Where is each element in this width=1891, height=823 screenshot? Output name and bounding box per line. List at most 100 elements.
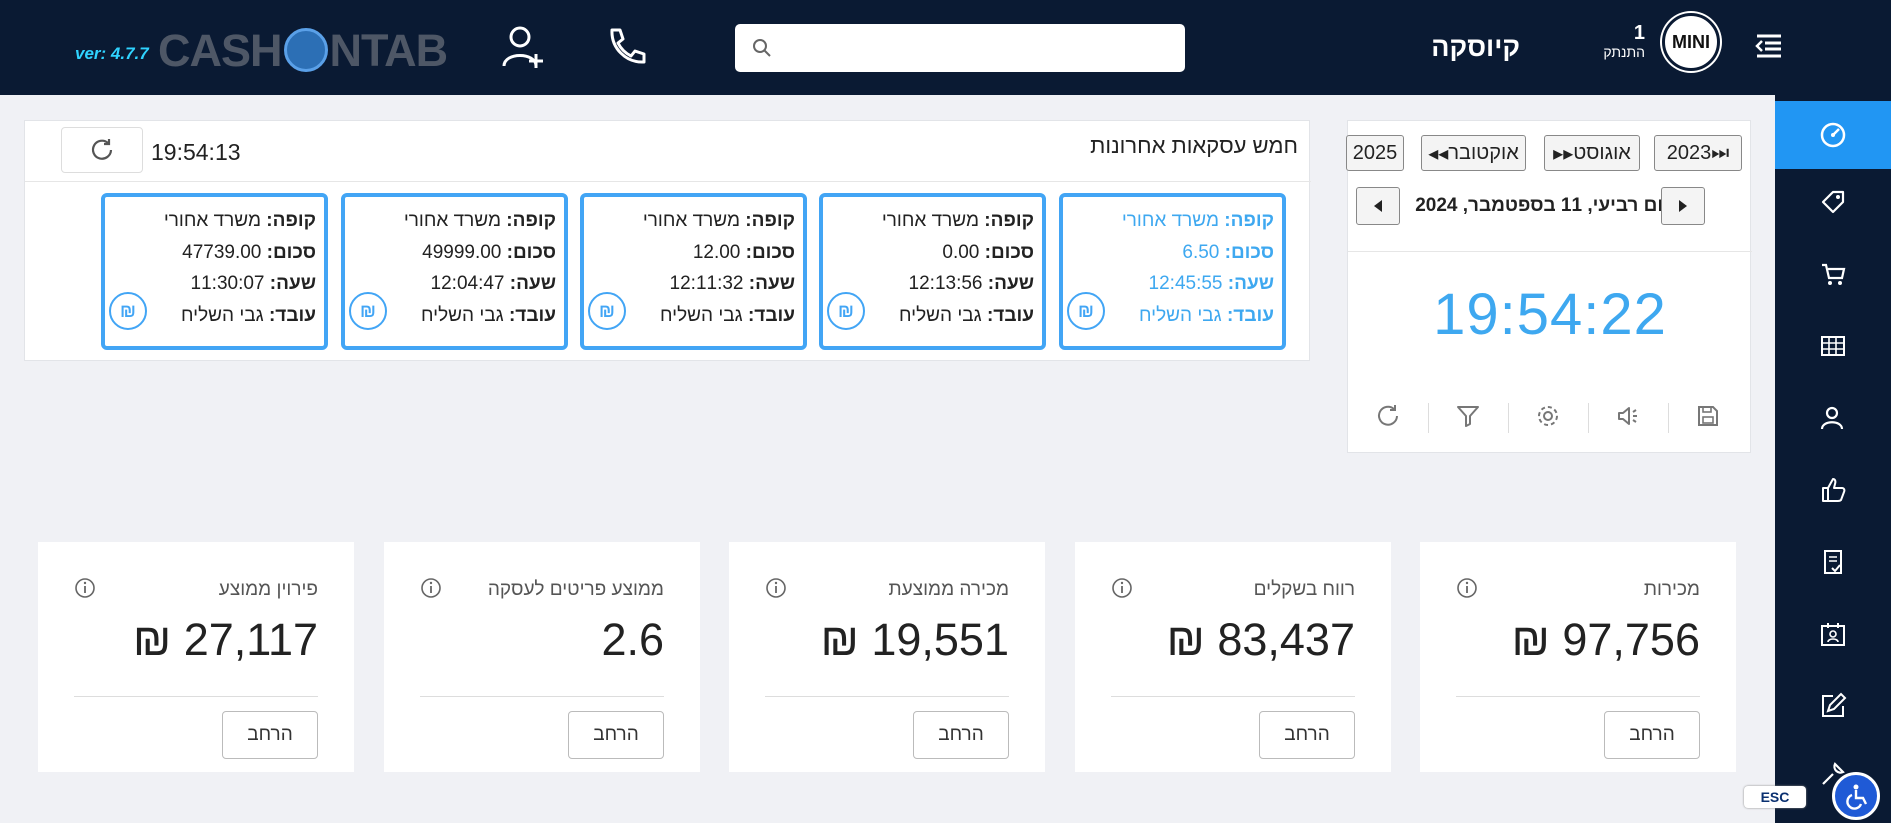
info-icon[interactable]	[420, 577, 442, 599]
clock-toolbar	[1348, 391, 1752, 441]
info-icon[interactable]	[1111, 577, 1133, 599]
stat-card-average-payout: פירוין ממוצע ₪ 27,117 הרחב	[38, 542, 354, 772]
stat-value: ₪ 97,756	[1511, 614, 1700, 665]
expand-button[interactable]: הרחב	[1259, 711, 1355, 759]
shekel-icon: ₪	[349, 292, 387, 330]
dashboard-icon	[1820, 122, 1846, 148]
stat-value: 2.6	[601, 614, 664, 665]
avatar[interactable]: MINI	[1662, 13, 1720, 71]
stat-label: רווח בשקלים	[1253, 579, 1355, 600]
search-input[interactable]	[785, 32, 1170, 64]
info-icon[interactable]	[1456, 577, 1478, 599]
triangle-right-icon	[1679, 200, 1687, 212]
settings-icon[interactable]	[1508, 391, 1588, 441]
month-prev-button[interactable]: אוגוסט ▸▸	[1544, 135, 1640, 171]
stat-label: מכירות	[1643, 579, 1700, 600]
info-icon[interactable]	[765, 577, 787, 599]
refresh-icon[interactable]	[1348, 391, 1428, 441]
refresh-button[interactable]	[61, 127, 143, 173]
shekel-icon: ₪	[1067, 292, 1105, 330]
cart-icon	[1822, 263, 1846, 285]
accessibility-button[interactable]	[1832, 772, 1880, 820]
add-user-icon[interactable]	[498, 22, 548, 72]
expand-button[interactable]: הרחב	[568, 711, 664, 759]
stat-card-profit: רווח בשקלים ₪ 83,437 הרחב	[1075, 542, 1391, 772]
stat-value: ₪ 27,117	[132, 614, 318, 665]
sidebar-item-documents[interactable]	[1775, 529, 1891, 595]
sidebar-item-products[interactable]	[1775, 169, 1891, 235]
prev-day-button[interactable]	[1356, 187, 1400, 225]
sidebar	[1775, 95, 1891, 823]
divider	[25, 181, 1311, 182]
user-count: 1	[1633, 22, 1645, 44]
logo: CASH NTAB	[158, 25, 449, 76]
info-icon[interactable]	[74, 577, 96, 599]
expand-button[interactable]: הרחב	[913, 711, 1009, 759]
menu-toggle-icon[interactable]	[1753, 30, 1785, 67]
esc-badge[interactable]: ESC	[1744, 786, 1806, 808]
last-refresh-time: 19:54:13	[151, 139, 241, 165]
sidebar-item-edit[interactable]	[1775, 673, 1891, 739]
wheelchair-icon	[1846, 784, 1868, 810]
stat-label: מכירה ממוצעת	[888, 579, 1009, 600]
search-icon	[753, 39, 771, 57]
tag-icon	[1821, 190, 1845, 214]
save-icon[interactable]	[1668, 391, 1748, 441]
double-chevron-right-icon: ▸▸	[1553, 142, 1574, 165]
stat-value: ₪ 83,437	[1166, 614, 1355, 665]
transaction-card[interactable]: קופה: משרד אחורי סכום: 49999.00 שעה: 12:…	[341, 193, 568, 350]
stat-value: ₪ 19,551	[820, 614, 1009, 665]
refresh-icon	[91, 139, 113, 160]
filter-icon[interactable]	[1428, 391, 1508, 441]
calendar-badge-icon	[1821, 623, 1845, 646]
phone-icon[interactable]	[600, 22, 650, 72]
document-check-icon	[1824, 550, 1842, 574]
shekel-icon: ₪	[827, 292, 865, 330]
expand-button[interactable]: הרחב	[222, 711, 318, 759]
logo-text-left: CASH	[158, 25, 283, 76]
last-transactions-panel: חמש עסקאות אחרונות 19:54:13 קופה: משרד א…	[24, 120, 1311, 361]
year-next-button[interactable]: 2025	[1346, 135, 1404, 171]
speaker-icon[interactable]	[1588, 391, 1668, 441]
sidebar-item-sales[interactable]	[1775, 241, 1891, 307]
transaction-card[interactable]: קופה: משרד אחורי סכום: 6.50 שעה: 12:45:5…	[1059, 193, 1286, 350]
logout-link[interactable]: התנתק	[1595, 44, 1645, 60]
sidebar-item-employees[interactable]	[1775, 601, 1891, 667]
triangle-left-icon	[1374, 200, 1382, 212]
month-next-button[interactable]: אוקטובר ◂◂	[1421, 135, 1526, 171]
search-bar[interactable]	[735, 24, 1185, 72]
expand-button[interactable]: הרחב	[1604, 711, 1700, 759]
table-icon	[1821, 336, 1845, 356]
shekel-icon: ₪	[588, 292, 626, 330]
stat-label: ממוצע פריטים לעסקה	[487, 579, 664, 600]
sidebar-item-dashboard[interactable]	[1775, 101, 1891, 169]
stat-card-items-per-transaction: ממוצע פריטים לעסקה 2.6 הרחב	[384, 542, 700, 772]
sidebar-item-reports[interactable]	[1775, 313, 1891, 379]
version-label: ver: 4.7.7	[75, 44, 149, 63]
transaction-card[interactable]: קופה: משרד אחורי סכום: 47739.00 שעה: 11:…	[101, 193, 328, 350]
sidebar-item-customers[interactable]	[1775, 385, 1891, 451]
stat-label: פירוין ממוצע	[218, 579, 318, 600]
current-time: 19:54:22	[1433, 282, 1667, 347]
skip-end-icon: ⏭	[1711, 141, 1730, 164]
divider	[1348, 251, 1752, 252]
edit-icon	[1822, 692, 1847, 717]
current-date: יום רביעי, 11 בספטמבר, 2024	[1415, 195, 1669, 216]
transaction-card[interactable]: קופה: משרד אחורי סכום: 0.00 שעה: 12:13:5…	[819, 193, 1046, 350]
transaction-card[interactable]: קופה: משרד אחורי סכום: 12.00 שעה: 12:11:…	[580, 193, 807, 350]
business-name: קיוסקה	[1431, 32, 1520, 62]
shekel-icon: ₪	[109, 292, 147, 330]
clock-panel: 2025 אוקטובר ◂◂ אוגוסט ▸▸ 2023 ⏭ יום רביעי,…	[1346, 120, 1752, 453]
customers-icon	[1820, 406, 1844, 430]
year-prev-button[interactable]: 2023 ⏭	[1654, 135, 1742, 171]
stat-card-average-sale: מכירה ממוצעת ₪ 19,551 הרחב	[729, 542, 1045, 772]
stat-card-sales: מכירות ₪ 97,756 הרחב	[1420, 542, 1736, 772]
thumbs-up-icon	[1822, 478, 1846, 502]
top-bar: ver: 4.7.7 CASH NTAB קיוסקה 1 התנתק MINI	[0, 0, 1891, 95]
panel-title: חמש עסקאות אחרונות	[1090, 133, 1298, 158]
logo-hand-icon	[283, 28, 328, 73]
double-chevron-left-icon: ◂◂	[1428, 142, 1449, 165]
next-day-button[interactable]	[1661, 187, 1705, 225]
sidebar-item-loyalty[interactable]	[1775, 457, 1891, 523]
logo-text-right: NTAB	[329, 25, 449, 76]
